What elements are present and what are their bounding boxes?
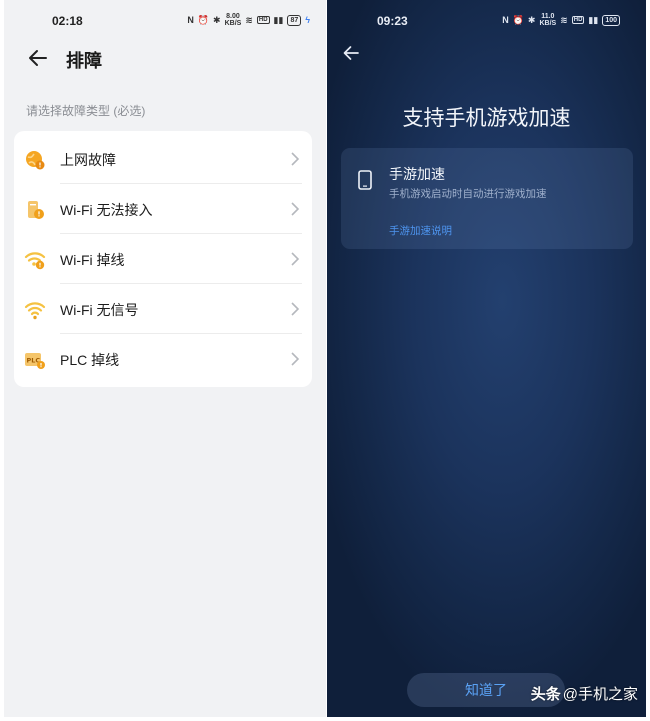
divider [60, 333, 302, 334]
back-arrow-icon[interactable] [26, 46, 50, 70]
game-acceleration-card: 手游加速 手机游戏启动时自动进行游戏加速 手游加速说明 [341, 148, 633, 249]
phone-icon [358, 170, 372, 190]
list-item-label: Wi-Fi 无法接入 [60, 202, 153, 218]
list-item-label: Wi-Fi 无信号 [60, 302, 139, 318]
router-warning-icon [28, 201, 44, 219]
battery-icon: 87 [287, 14, 302, 26]
list-item-internet-fault[interactable]: 上网故障 [14, 135, 312, 184]
network-speed: 8.00 KB/S [224, 13, 242, 27]
status-icons: N ⏰ ✱ 8.00 KB/S ≋ HD ▮▮ 87 ϟ [187, 13, 310, 27]
page-title: 排障 [66, 51, 102, 71]
list-item-label: 上网故障 [60, 152, 116, 168]
wifi-weak-icon [24, 302, 46, 320]
list-item-plc-dropped[interactable]: PLC PLC 掉线 [14, 335, 312, 384]
section-label: 请选择故障类型 (必选) [26, 104, 146, 118]
charging-icon: ϟ [305, 15, 310, 25]
hd-icon: HD [256, 16, 270, 24]
alarm-icon: ⏰ [197, 14, 210, 25]
status-time: 02:18 [52, 14, 83, 28]
watermark: 头条 @手机之家 [531, 683, 638, 704]
signal-icon: ▮▮ [588, 14, 599, 25]
bluetooth-icon: ✱ [527, 14, 536, 25]
hd-icon: HD [571, 16, 585, 24]
right-screen: 09:23 N ⏰ ✱ 11.0 KB/S ≋ HD ▮▮ 100 支持手机游戏加… [327, 0, 646, 717]
nfc-icon: N [502, 15, 509, 25]
watermark-brand: 头条 [530, 686, 561, 703]
list-item-label: PLC 掉线 [60, 352, 120, 368]
alarm-icon: ⏰ [512, 14, 524, 25]
left-screen: 02:18 N ⏰ ✱ 8.00 KB/S ≋ HD ▮▮ 87 ϟ 排障 请选择… [4, 0, 326, 717]
wifi-status-icon: ≋ [245, 14, 253, 25]
list-item-wifi-dropped[interactable]: Wi-Fi 掉线 [14, 235, 312, 284]
feature-description: 手机游戏启动时自动进行游戏加速 [389, 188, 547, 200]
watermark-handle: @手机之家 [562, 686, 638, 703]
chevron-right-icon [291, 202, 300, 216]
feature-help-link[interactable]: 手游加速说明 [389, 223, 452, 238]
bluetooth-icon: ✱ [213, 14, 221, 25]
divider [60, 183, 302, 184]
wifi-status-icon: ≋ [560, 14, 568, 25]
page-title: 支持手机游戏加速 [402, 107, 571, 130]
chevron-right-icon [291, 252, 300, 266]
globe-warning-icon [26, 151, 45, 170]
battery-icon: 100 [602, 14, 620, 26]
list-item-label: Wi-Fi 掉线 [60, 252, 125, 268]
list-item-wifi-cannot-connect[interactable]: Wi-Fi 无法接入 [14, 185, 312, 234]
status-bar: 09:23 N ⏰ ✱ 11.0 KB/S ≋ HD ▮▮ 100 [327, 12, 646, 32]
chevron-right-icon [291, 302, 300, 316]
status-icons: N ⏰ ✱ 11.0 KB/S ≋ HD ▮▮ 100 [502, 13, 620, 27]
status-time: 09:23 [377, 14, 408, 28]
plc-icon: PLC [25, 353, 45, 369]
divider [60, 283, 302, 284]
network-speed: 11.0 KB/S [539, 13, 557, 27]
fault-type-list: 上网故障 Wi-Fi 无法接入 Wi-Fi 掉线 Wi-Fi 无信号 PLC P… [14, 131, 312, 387]
nfc-icon: N [187, 15, 194, 25]
chevron-right-icon [291, 352, 300, 366]
wifi-warning-icon [24, 252, 46, 270]
divider [60, 233, 302, 234]
status-bar: 02:18 N ⏰ ✱ 8.00 KB/S ≋ HD ▮▮ 87 ϟ [4, 12, 326, 32]
back-arrow-icon[interactable] [341, 43, 361, 63]
signal-icon: ▮▮ [273, 14, 284, 25]
feature-title: 手游加速 [389, 166, 445, 182]
list-item-wifi-no-signal[interactable]: Wi-Fi 无信号 [14, 285, 312, 334]
chevron-right-icon [291, 152, 300, 166]
